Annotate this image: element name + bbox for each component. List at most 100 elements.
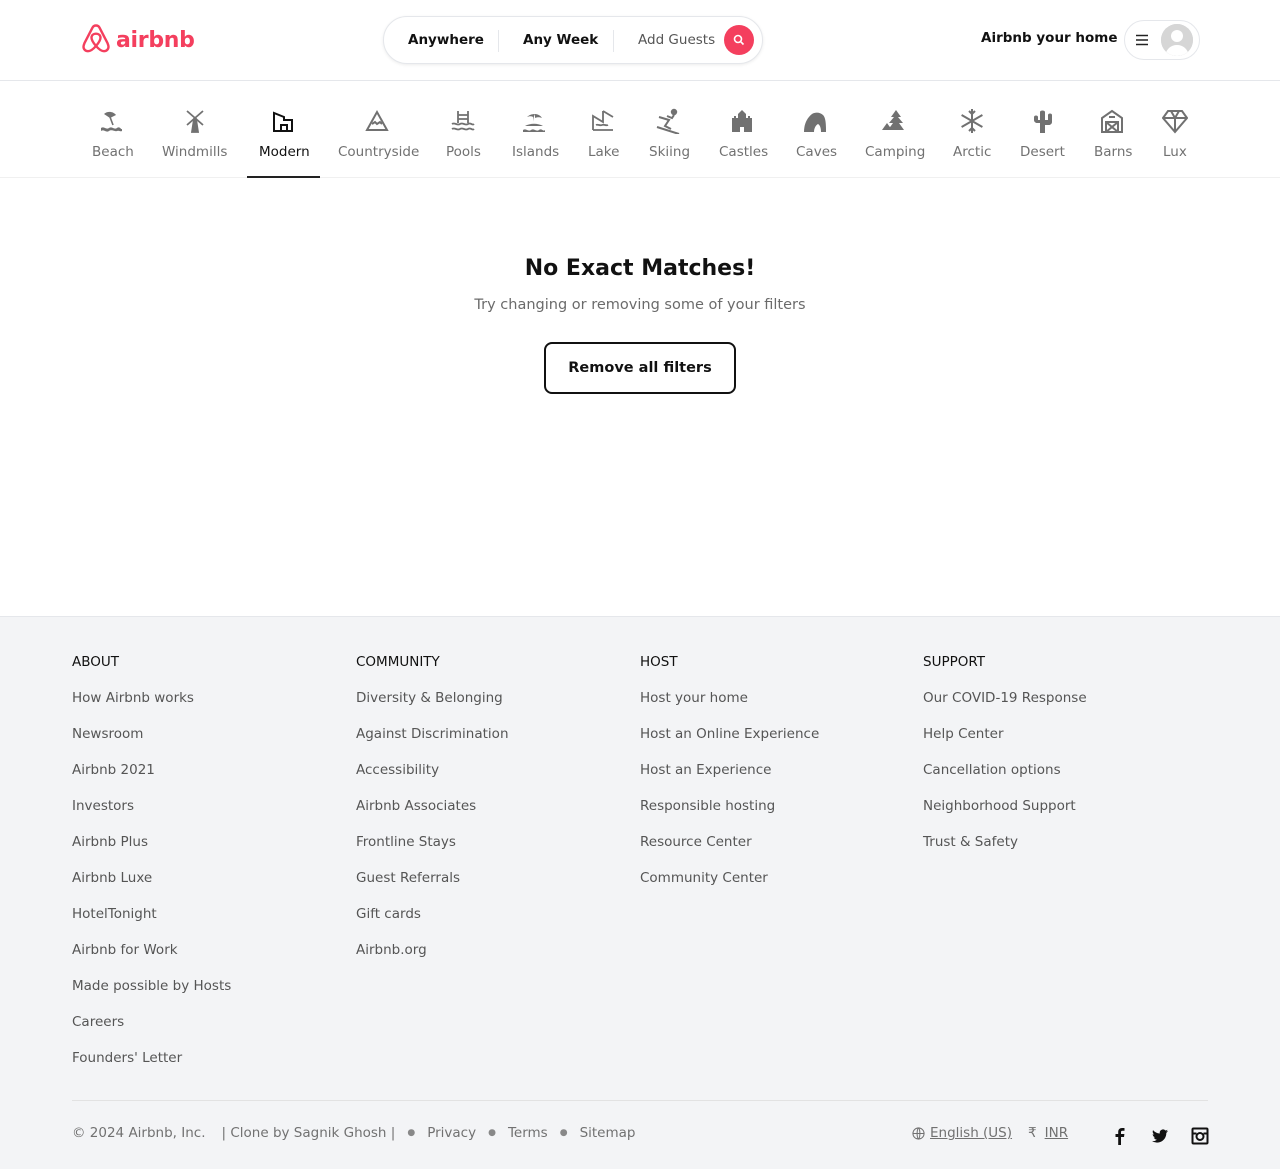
- footer-link[interactable]: Host an Experience: [640, 762, 819, 798]
- footer-link[interactable]: Accessibility: [356, 762, 509, 798]
- user-icon: [1161, 24, 1193, 56]
- category-label: Caves: [796, 144, 838, 160]
- empty-state-subtitle: Try changing or removing some of your fi…: [474, 297, 806, 313]
- remove-all-filters-button[interactable]: Remove all filters: [544, 342, 736, 394]
- footer-link[interactable]: Airbnb 2021: [72, 762, 231, 798]
- category-skiing[interactable]: Skiing: [645, 81, 691, 178]
- separator-dot: ●: [407, 1128, 416, 1138]
- footer-link[interactable]: Host your home: [640, 690, 819, 726]
- privacy-link[interactable]: Privacy: [427, 1125, 476, 1141]
- footer-link[interactable]: Made possible by Hosts: [72, 978, 231, 1014]
- category-countryside[interactable]: Countryside: [336, 81, 419, 178]
- footer-link[interactable]: Resource Center: [640, 834, 819, 870]
- search-bar[interactable]: Anywhere Any Week Add Guests: [383, 16, 763, 64]
- search-anywhere[interactable]: Anywhere: [408, 32, 484, 48]
- category-camping[interactable]: Camping: [862, 81, 926, 178]
- category-islands[interactable]: Islands: [508, 81, 560, 178]
- footer-locale: English (US) ₹ INR: [912, 1125, 1068, 1141]
- footer-link[interactable]: Careers: [72, 1014, 231, 1050]
- footer-link[interactable]: HotelTonight: [72, 906, 231, 942]
- search-divider: [613, 30, 614, 52]
- footer-link[interactable]: Our COVID-19 Response: [923, 690, 1087, 726]
- search-any-week[interactable]: Any Week: [523, 32, 598, 48]
- twitter-icon[interactable]: [1151, 1127, 1169, 1145]
- footer-heading: ABOUT: [72, 654, 120, 670]
- category-label: Pools: [446, 144, 481, 160]
- category-pools[interactable]: Pools: [442, 81, 484, 178]
- category-barns[interactable]: Barns: [1092, 81, 1132, 178]
- category-lux[interactable]: Lux: [1160, 81, 1190, 178]
- search-button[interactable]: [724, 25, 754, 55]
- language-selector[interactable]: English (US): [930, 1125, 1012, 1141]
- snowflake-icon: [961, 109, 983, 133]
- separator-dot: ●: [559, 1128, 568, 1138]
- currency-symbol: ₹: [1028, 1125, 1037, 1141]
- footer-link[interactable]: Airbnb Associates: [356, 798, 509, 834]
- avatar: [1161, 24, 1193, 56]
- search-divider: [498, 30, 499, 52]
- instagram-icon[interactable]: [1191, 1127, 1209, 1145]
- modern-icon: [273, 111, 293, 132]
- pool-icon: [451, 111, 475, 131]
- currency-selector[interactable]: INR: [1045, 1125, 1068, 1141]
- footer-link[interactable]: Airbnb Plus: [72, 834, 231, 870]
- footer-link[interactable]: Diversity & Belonging: [356, 690, 509, 726]
- footer-link[interactable]: Responsible hosting: [640, 798, 819, 834]
- clone-credit: | Clone by Sagnik Ghosh |: [221, 1125, 396, 1141]
- footer-link[interactable]: Trust & Safety: [923, 834, 1087, 870]
- footer-link[interactable]: Community Center: [640, 870, 819, 906]
- copyright-text: © 2024 Airbnb, Inc.: [72, 1125, 206, 1141]
- footer-divider: [72, 1100, 1208, 1101]
- facebook-icon[interactable]: [1111, 1127, 1129, 1145]
- category-caves[interactable]: Caves: [793, 81, 837, 178]
- beach-icon: [101, 111, 122, 132]
- footer-column-support: SUPPORT Our COVID-19 Response Help Cente…: [923, 654, 1087, 870]
- footer-link[interactable]: Cancellation options: [923, 762, 1087, 798]
- category-desert[interactable]: Desert: [1017, 81, 1069, 178]
- airbnb-logo[interactable]: airbnb: [80, 23, 195, 57]
- globe-icon: [912, 1126, 925, 1140]
- footer-link[interactable]: Investors: [72, 798, 231, 834]
- category-lake[interactable]: Lake: [585, 81, 621, 178]
- footer-link[interactable]: How Airbnb works: [72, 690, 231, 726]
- footer-link[interactable]: Guest Referrals: [356, 870, 509, 906]
- footer-link[interactable]: Gift cards: [356, 906, 509, 942]
- footer-link[interactable]: Neighborhood Support: [923, 798, 1087, 834]
- footer-link[interactable]: Airbnb for Work: [72, 942, 231, 978]
- category-modern[interactable]: Modern: [247, 81, 320, 178]
- sitemap-link[interactable]: Sitemap: [580, 1125, 636, 1141]
- category-label: Lake: [588, 144, 620, 160]
- diamond-icon: [1162, 110, 1188, 134]
- search-icon: [733, 34, 745, 46]
- mountain-icon: [365, 109, 389, 131]
- footer-link[interactable]: Help Center: [923, 726, 1087, 762]
- footer-link[interactable]: Frontline Stays: [356, 834, 509, 870]
- search-add-guests[interactable]: Add Guests: [638, 32, 715, 48]
- category-label: Barns: [1094, 144, 1133, 160]
- category-windmills[interactable]: Windmills: [158, 81, 232, 178]
- user-menu-button[interactable]: [1124, 20, 1200, 60]
- footer-link[interactable]: Airbnb.org: [356, 942, 509, 978]
- castle-icon: [732, 110, 752, 132]
- category-label: Castles: [719, 144, 769, 160]
- category-castles[interactable]: Castles: [715, 81, 769, 178]
- category-label: Beach: [92, 144, 134, 160]
- footer-link[interactable]: Newsroom: [72, 726, 231, 762]
- island-icon: [523, 114, 545, 132]
- category-beach[interactable]: Beach: [88, 81, 135, 178]
- airbnb-your-home-link[interactable]: Airbnb your home: [981, 30, 1118, 46]
- footer-heading: HOST: [640, 654, 678, 670]
- category-label: Arctic: [953, 144, 992, 160]
- footer-link[interactable]: Founders' Letter: [72, 1050, 231, 1086]
- terms-link[interactable]: Terms: [508, 1125, 548, 1141]
- footer-column-community: COMMUNITY Diversity & Belonging Against …: [356, 654, 509, 978]
- brand-name: airbnb: [116, 27, 195, 53]
- footer-link[interactable]: Airbnb Luxe: [72, 870, 231, 906]
- footer-link[interactable]: Against Discrimination: [356, 726, 509, 762]
- category-arctic[interactable]: Arctic: [950, 81, 994, 178]
- category-label: Camping: [865, 144, 926, 160]
- category-label: Modern: [259, 144, 310, 160]
- separator-dot: ●: [488, 1128, 496, 1138]
- footer-link[interactable]: Host an Online Experience: [640, 726, 819, 762]
- category-label: Skiing: [649, 144, 691, 160]
